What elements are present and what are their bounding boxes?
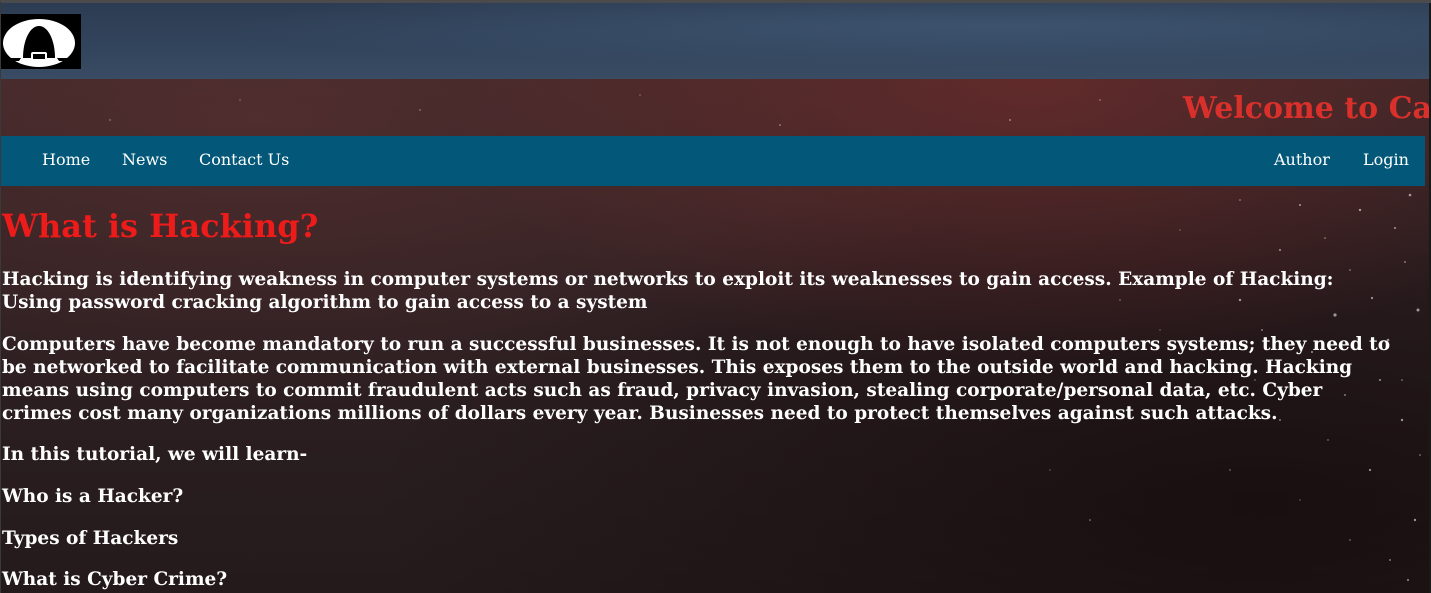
nav-home-link[interactable]: Home [42, 136, 90, 186]
intro-paragraph-line: Hacking is identifying weakness in compu… [2, 269, 1334, 290]
welcome-marquee-text: Welcome to Ca [1183, 91, 1429, 126]
intro-paragraph-line: Using password cracking algorithm to gai… [2, 292, 648, 313]
nav-author-link[interactable]: Author [1274, 136, 1330, 186]
topic-item: Types of Hackers [2, 528, 179, 549]
welcome-marquee-area: Welcome to Ca [0, 79, 1429, 136]
main-navigation-bar: Home News Contact Us Author Login [1, 136, 1425, 186]
page-title: What is Hacking? [2, 207, 319, 245]
tutorial-intro-text: In this tutorial, we will learn- [2, 444, 308, 465]
business-paragraph-line: means using computers to commit fraudule… [2, 380, 1323, 401]
business-paragraph: Computers have become mandatory to run a… [2, 333, 1430, 425]
topic-item: Who is a Hacker? [2, 486, 184, 507]
nav-login-link[interactable]: Login [1363, 136, 1409, 186]
nav-news-link[interactable]: News [122, 136, 167, 186]
hacker-hood-icon [1, 14, 81, 69]
business-paragraph-line: Computers have become mandatory to run a… [2, 334, 1391, 355]
business-paragraph-line: crimes cost many organizations millions … [2, 403, 1278, 424]
topic-item: What is Cyber Crime? [2, 569, 228, 590]
intro-paragraph: Hacking is identifying weakness in compu… [2, 268, 1430, 314]
nav-contact-us-link[interactable]: Contact Us [199, 136, 289, 186]
business-paragraph-line: be networked to facilitate communication… [2, 357, 1353, 378]
site-logo[interactable] [1, 14, 81, 69]
site-header-banner [1, 3, 1430, 79]
